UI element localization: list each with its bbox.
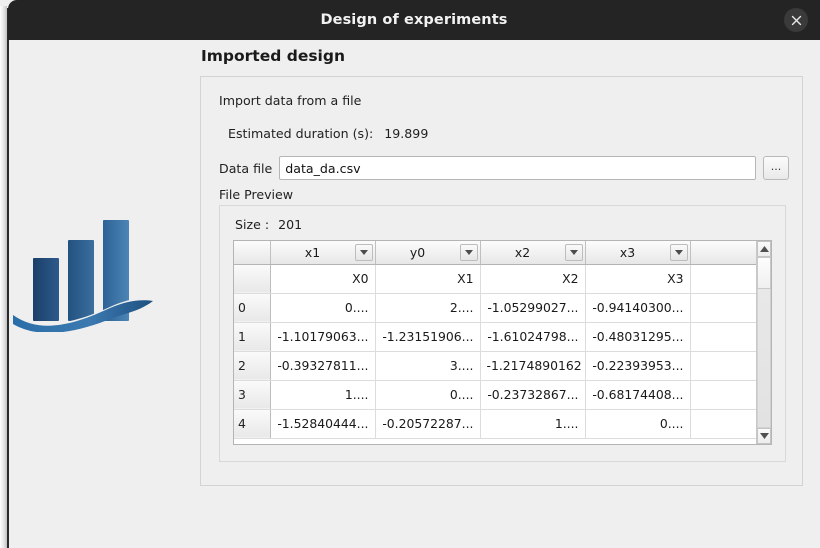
triangle-down-icon: [760, 433, 769, 439]
cell-pad: [690, 264, 756, 293]
dialog-body: Imported design Import data from a file …: [9, 40, 820, 548]
cell[interactable]: 2....: [375, 293, 480, 322]
cell[interactable]: 1....: [270, 380, 375, 409]
scrollbar-track[interactable]: [757, 257, 771, 428]
cell[interactable]: 0....: [270, 293, 375, 322]
scroll-down-button[interactable]: [757, 428, 771, 444]
table-scroll-area: x1 y0: [234, 241, 756, 444]
table-row[interactable]: 1 -1.10179063... -1.23151906... -1.61024…: [234, 322, 756, 351]
size-label: Size :: [235, 217, 269, 232]
data-file-label: Data file: [219, 161, 272, 176]
window-frame-shadow: [0, 6, 7, 548]
browse-file-button[interactable]: ...: [763, 156, 789, 180]
cell[interactable]: -1.2174890162: [480, 351, 585, 380]
cell[interactable]: -0.94140300...: [585, 293, 690, 322]
cell[interactable]: -0.22393953...: [585, 351, 690, 380]
cell[interactable]: -0.68174408...: [585, 380, 690, 409]
cell[interactable]: X2: [480, 264, 585, 293]
dialog-footer: Help Back Finish Cancel: [9, 488, 820, 548]
import-description-label: Import data from a file: [219, 93, 361, 108]
table-row[interactable]: 4 -1.52840444... -0.20572287... 1.... 0.…: [234, 409, 756, 438]
cell[interactable]: -1.10179063...: [270, 322, 375, 351]
bar-chart-wave-logo: [12, 212, 162, 332]
table-row[interactable]: 0 0.... 2.... -1.05299027... -0.94140300…: [234, 293, 756, 322]
table-row[interactable]: X0 X1 X2 X3: [234, 264, 756, 293]
cell-pad: [690, 351, 756, 380]
row-index: 4: [234, 409, 270, 438]
table-vertical-scrollbar[interactable]: [756, 241, 771, 444]
cell[interactable]: -1.61024798...: [480, 322, 585, 351]
branding-pane: [9, 40, 186, 548]
row-index: 1: [234, 322, 270, 351]
column-header-label-2: x2: [481, 245, 565, 260]
estimated-duration-value: 19.899: [384, 126, 428, 141]
file-preview-label: File Preview: [219, 187, 293, 202]
file-preview-box: Size : 201: [219, 205, 786, 462]
cell[interactable]: -0.48031295...: [585, 322, 690, 351]
scrollbar-thumb[interactable]: [757, 257, 771, 289]
row-index: 2: [234, 351, 270, 380]
cell-pad: [690, 409, 756, 438]
cell[interactable]: -1.23151906...: [375, 322, 480, 351]
scroll-up-button[interactable]: [757, 241, 771, 257]
cell[interactable]: -0.20572287...: [375, 409, 480, 438]
size-row: Size : 201: [235, 217, 302, 232]
estimated-duration-row: Estimated duration (s): 19.899: [228, 126, 428, 141]
row-index: 0: [234, 293, 270, 322]
cell[interactable]: -1.05299027...: [480, 293, 585, 322]
close-icon: [791, 15, 802, 26]
column-header-1[interactable]: y0: [375, 241, 480, 264]
table-row[interactable]: 3 1.... 0.... -0.23732867... -0.68174408…: [234, 380, 756, 409]
scrollbar-track-lower[interactable]: [757, 289, 771, 428]
cell-pad: [690, 322, 756, 351]
page-title: Imported design: [201, 47, 345, 65]
data-grid: x1 y0: [234, 241, 756, 439]
cell[interactable]: X0: [270, 264, 375, 293]
data-file-input[interactable]: data_da.csv: [279, 156, 756, 180]
cell[interactable]: 0....: [585, 409, 690, 438]
title-bar: Design of experiments: [8, 0, 820, 40]
column-header-pad: [690, 241, 756, 264]
cell-pad: [690, 293, 756, 322]
close-button[interactable]: [784, 8, 808, 32]
column-header-3[interactable]: x3: [585, 241, 690, 264]
grid-corner-header: [234, 241, 270, 264]
chevron-down-icon[interactable]: [460, 244, 478, 261]
cell[interactable]: 1....: [480, 409, 585, 438]
cell[interactable]: 3....: [375, 351, 480, 380]
chevron-down-icon[interactable]: [355, 244, 373, 261]
triangle-up-icon: [760, 246, 769, 252]
cell[interactable]: -0.39327811...: [270, 351, 375, 380]
column-header-2[interactable]: x2: [480, 241, 585, 264]
size-value: 201: [278, 217, 302, 232]
chevron-down-icon[interactable]: [565, 244, 583, 261]
cell[interactable]: -0.23732867...: [480, 380, 585, 409]
preview-table: x1 y0: [233, 240, 772, 445]
column-header-label-3: x3: [586, 245, 670, 260]
row-index: [234, 264, 270, 293]
content-pane: Imported design Import data from a file …: [186, 40, 820, 548]
column-header-0[interactable]: x1: [270, 241, 375, 264]
cell[interactable]: X1: [375, 264, 480, 293]
cell[interactable]: X3: [585, 264, 690, 293]
chevron-down-icon[interactable]: [670, 244, 688, 261]
window-title: Design of experiments: [321, 12, 508, 28]
import-group-panel: Import data from a file Estimated durati…: [200, 76, 803, 486]
table-header-row: x1 y0: [234, 241, 756, 264]
cell[interactable]: -1.52840444...: [270, 409, 375, 438]
cell[interactable]: 0....: [375, 380, 480, 409]
dialog-window: Design of experiments: [0, 0, 820, 548]
column-header-label-0: x1: [271, 245, 355, 260]
data-grid-body: X0 X1 X2 X3 0 0.... 2: [234, 264, 756, 438]
estimated-duration-label: Estimated duration (s):: [228, 126, 373, 141]
data-file-row: Data file data_da.csv ...: [219, 156, 789, 180]
cell-pad: [690, 380, 756, 409]
column-header-label-1: y0: [376, 245, 460, 260]
row-index: 3: [234, 380, 270, 409]
table-row[interactable]: 2 -0.39327811... 3.... -1.2174890162 -0.…: [234, 351, 756, 380]
